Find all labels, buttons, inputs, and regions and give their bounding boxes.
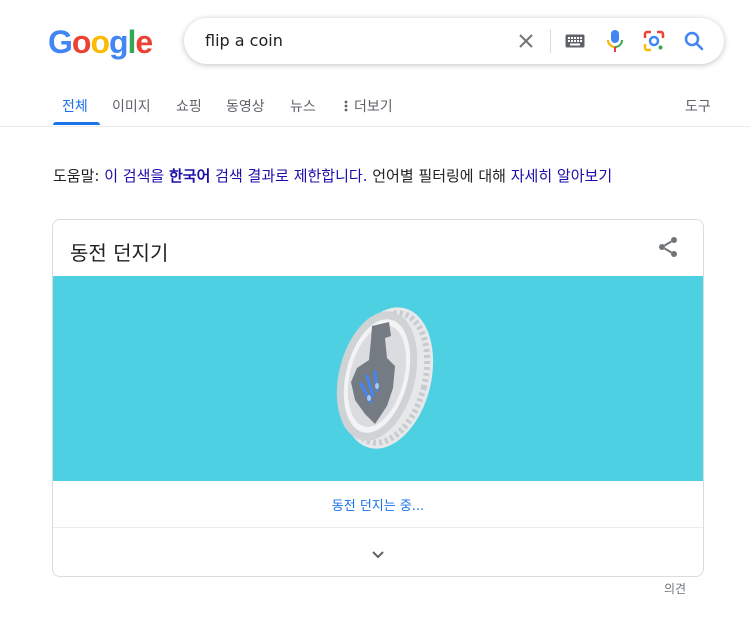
tab-shopping[interactable]: 쇼핑 — [176, 96, 202, 116]
search-input[interactable]: flip a coin — [205, 31, 283, 50]
logo-letter: o — [90, 24, 110, 60]
search-tabs: 전체 이미지 쇼핑 동영상 뉴스 더보기 도구 — [0, 86, 750, 127]
tip-part2: 검색 결과로 제한합니다. — [210, 167, 368, 185]
language-tip: 도움말: 이 검색을 한국어 검색 결과로 제한합니다. 언어별 필터링에 대해… — [53, 165, 612, 186]
search-box[interactable]: flip a coin — [184, 18, 724, 64]
restrict-language-link[interactable]: 이 검색을 한국어 검색 결과로 제한합니다. — [104, 167, 367, 185]
coin-flip-card: 동전 던지기 동전 던지는 중... — [52, 219, 704, 577]
tip-part3: 언어별 필터링에 대해 — [367, 167, 511, 185]
more-vert-icon — [344, 100, 348, 112]
feedback-link[interactable]: 의견 — [664, 580, 686, 597]
chevron-down-icon[interactable] — [366, 542, 390, 566]
tab-videos[interactable]: 동영상 — [226, 96, 265, 116]
tab-all[interactable]: 전체 — [62, 96, 88, 116]
logo-letter: e — [135, 24, 153, 60]
coin-image — [336, 307, 434, 449]
tab-more-label: 더보기 — [354, 99, 393, 115]
lens-icon[interactable] — [642, 29, 666, 53]
tip-part1: 이 검색을 — [104, 167, 169, 185]
tab-more[interactable]: 더보기 — [344, 96, 393, 116]
share-icon[interactable] — [656, 235, 680, 259]
search-divider — [550, 29, 551, 53]
logo-letter: G — [48, 24, 73, 60]
card-title: 동전 던지기 — [70, 241, 169, 265]
learn-more-link[interactable]: 자세히 알아보기 — [511, 167, 612, 185]
flip-status: 동전 던지는 중... — [331, 499, 425, 514]
logo-letter: g — [108, 24, 129, 60]
search-icon[interactable] — [682, 29, 706, 53]
keyboard-icon[interactable] — [563, 29, 587, 53]
tools-button[interactable]: 도구 — [685, 96, 711, 116]
tab-news[interactable]: 뉴스 — [290, 96, 316, 116]
google-logo[interactable]: Google — [48, 24, 153, 61]
active-tab-indicator — [53, 122, 100, 125]
tip-language: 한국어 — [168, 167, 211, 185]
tab-images[interactable]: 이미지 — [112, 96, 151, 116]
card-divider — [53, 527, 703, 528]
coin-flip-area[interactable] — [53, 276, 703, 481]
clear-icon[interactable] — [514, 29, 538, 53]
tip-prefix: 도움말: — [53, 167, 105, 185]
logo-letter: o — [71, 24, 92, 60]
mic-icon[interactable] — [603, 29, 627, 53]
